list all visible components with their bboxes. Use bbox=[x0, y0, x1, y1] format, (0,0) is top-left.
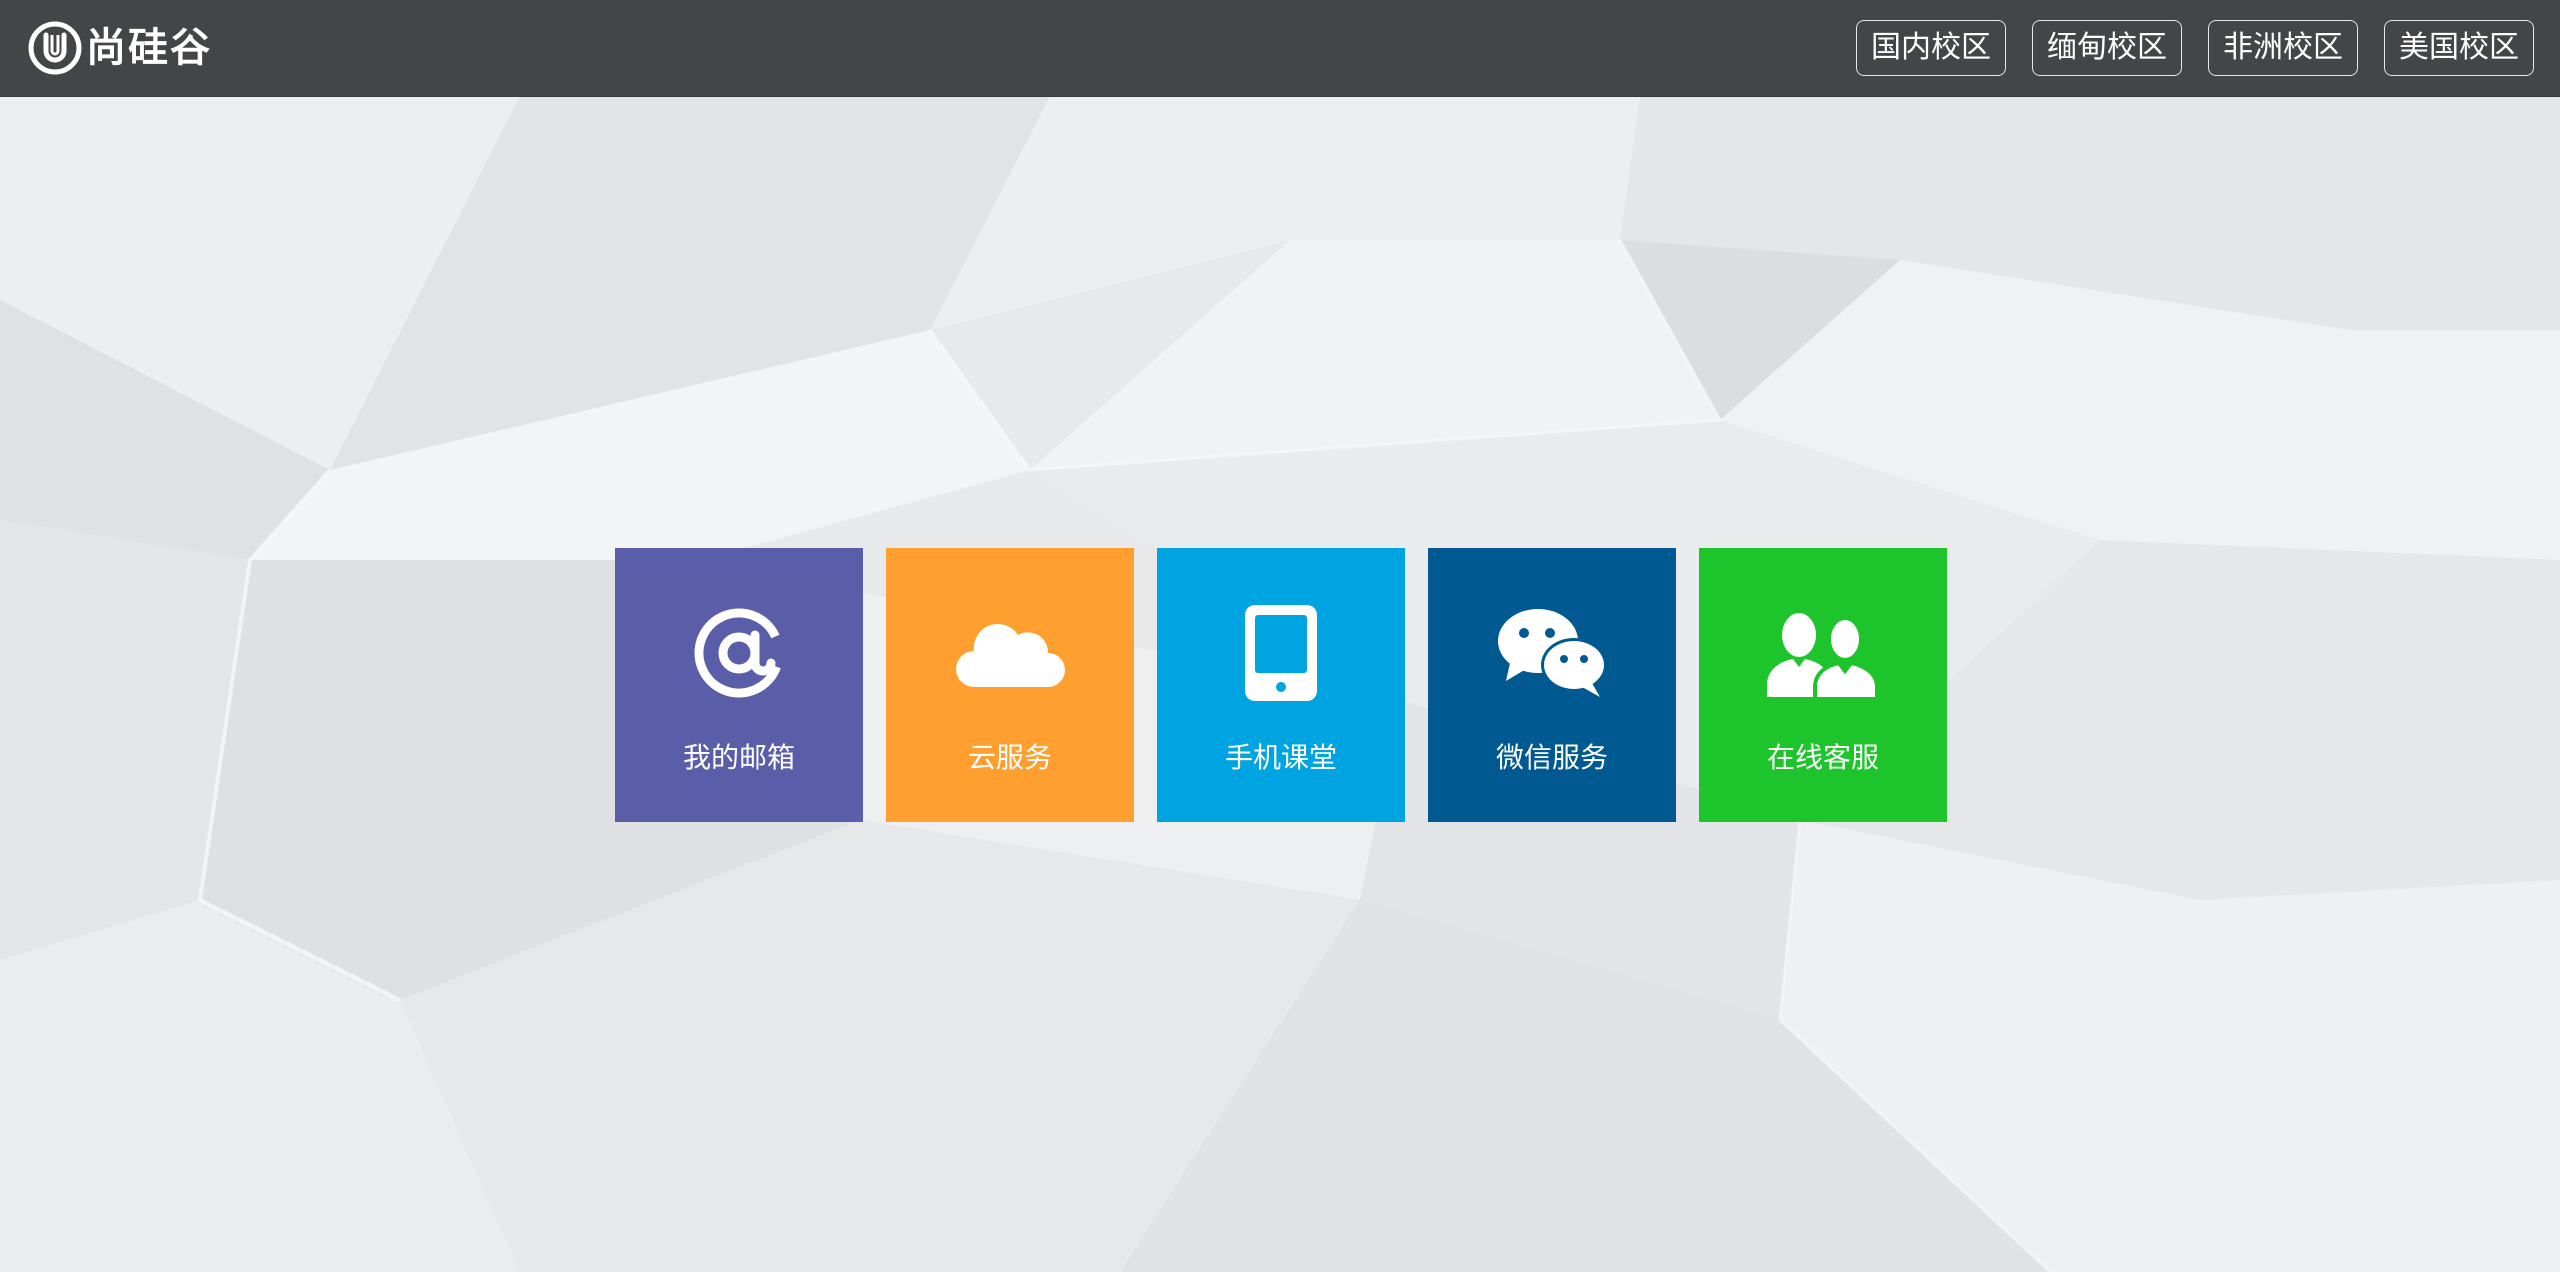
campus-button-domestic[interactable]: 国内校区 bbox=[1856, 20, 2006, 76]
campus-button-africa[interactable]: 非洲校区 bbox=[2208, 20, 2358, 76]
service-tiles: 我的邮箱 云服务 手机课堂 微信服务 在线客服 bbox=[615, 548, 1947, 822]
at-sign-icon bbox=[679, 598, 799, 708]
tile-wechat-service[interactable]: 微信服务 bbox=[1428, 548, 1676, 822]
top-navbar: 尚硅谷 国内校区 缅甸校区 非洲校区 美国校区 bbox=[0, 0, 2560, 96]
logo-text: 尚硅谷 bbox=[86, 25, 212, 71]
campus-button-myanmar[interactable]: 缅甸校区 bbox=[2032, 20, 2182, 76]
tile-label: 手机课堂 bbox=[1224, 741, 1337, 774]
tile-label: 云服务 bbox=[967, 741, 1052, 774]
tile-mobile-classroom[interactable]: 手机课堂 bbox=[1157, 548, 1405, 822]
tile-label: 我的邮箱 bbox=[682, 741, 795, 774]
wechat-icon bbox=[1492, 598, 1612, 708]
logo-mark-icon bbox=[28, 21, 82, 75]
campus-nav: 国内校区 缅甸校区 非洲校区 美国校区 bbox=[1856, 20, 2534, 76]
page: 尚硅谷 国内校区 缅甸校区 非洲校区 美国校区 我的邮箱 云服务 手机课堂 微信… bbox=[0, 0, 2560, 1272]
tile-label: 在线客服 bbox=[1766, 741, 1879, 774]
tile-online-support[interactable]: 在线客服 bbox=[1699, 548, 1947, 822]
cloud-icon bbox=[950, 598, 1070, 708]
logo[interactable]: 尚硅谷 bbox=[28, 18, 212, 78]
tile-label: 微信服务 bbox=[1495, 741, 1608, 774]
tile-cloud-service[interactable]: 云服务 bbox=[886, 548, 1134, 822]
tile-my-mailbox[interactable]: 我的邮箱 bbox=[615, 548, 863, 822]
campus-button-usa[interactable]: 美国校区 bbox=[2384, 20, 2534, 76]
mobile-phone-icon bbox=[1221, 598, 1341, 708]
users-icon bbox=[1763, 598, 1883, 708]
